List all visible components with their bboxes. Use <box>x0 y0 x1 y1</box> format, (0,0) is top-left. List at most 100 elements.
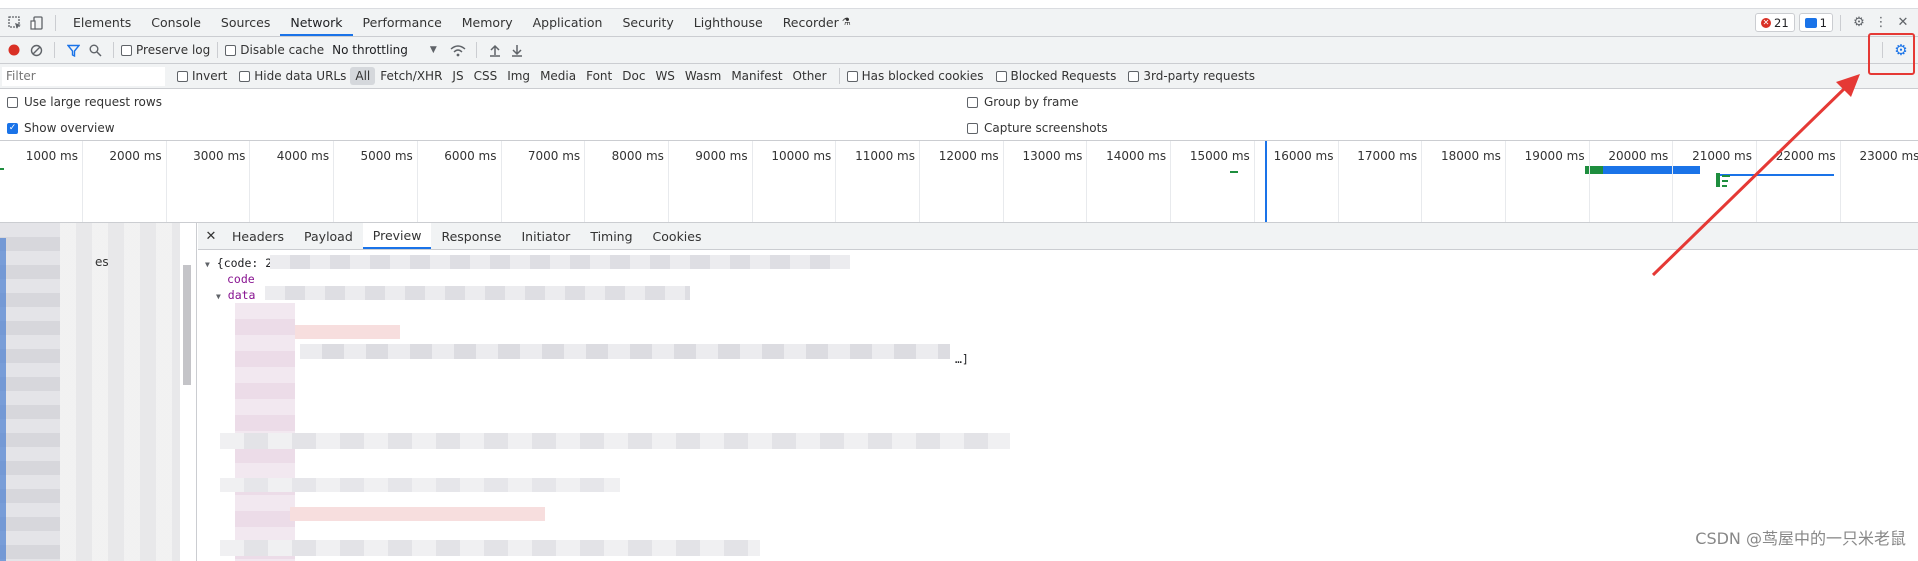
overview-gridline <box>82 141 83 222</box>
filter-type-js[interactable]: JS <box>447 67 468 85</box>
filter-type-manifest[interactable]: Manifest <box>726 67 787 85</box>
more-options-icon[interactable]: ⋮ <box>1870 12 1892 34</box>
expand-triangle-icon: ▼ <box>216 292 221 301</box>
throttling-select[interactable]: No throttling ▼ <box>332 43 437 57</box>
checkbox-checked[interactable]: ✓ <box>7 122 18 134</box>
pixelated-redaction <box>60 223 180 561</box>
invert-checkbox[interactable]: Invert <box>177 69 227 83</box>
pixelated-redaction <box>270 255 850 269</box>
scrollbar-thumb[interactable] <box>183 265 191 385</box>
checkbox-box[interactable] <box>121 44 132 56</box>
tab-elements[interactable]: Elements <box>63 9 141 36</box>
overview-tick-label: 13000 ms <box>1022 149 1083 163</box>
filter-type-img[interactable]: Img <box>502 67 535 85</box>
checkbox-box[interactable] <box>7 96 18 108</box>
filter-type-fetch-xhr[interactable]: Fetch/XHR <box>375 67 447 85</box>
filter-icon[interactable] <box>62 39 84 61</box>
filter-type-doc[interactable]: Doc <box>617 67 650 85</box>
overview-gridline <box>333 141 335 222</box>
filter-type-media[interactable]: Media <box>535 67 581 85</box>
messages-badge[interactable]: 1 <box>1798 13 1833 32</box>
tab-label: Console <box>151 15 201 30</box>
detail-tab-timing[interactable]: Timing <box>580 223 642 249</box>
third-party-requests-checkbox[interactable]: 3rd-party requests <box>1128 69 1255 83</box>
checkbox-box[interactable] <box>239 70 251 82</box>
import-har-icon[interactable] <box>484 39 506 61</box>
preview-tree-node[interactable]: ▼ data <box>216 288 255 302</box>
filter-type-css[interactable]: CSS <box>469 67 503 85</box>
clear-icon[interactable] <box>25 39 47 61</box>
network-overview[interactable]: 1000 ms 2000 ms 3000 ms 4000 ms 5000 ms 6000 … <box>0 140 1918 223</box>
tab-security[interactable]: Security <box>612 9 683 36</box>
overview-tick-label: 1000 ms <box>25 149 78 163</box>
preview-tree-root[interactable]: ▼ {code: 2 <box>205 256 272 270</box>
filter-input[interactable] <box>2 66 165 86</box>
filter-type-ws[interactable]: WS <box>650 67 679 85</box>
invert-label: Invert <box>192 69 228 83</box>
tab-label: Performance <box>362 15 442 30</box>
search-icon[interactable] <box>84 39 106 61</box>
group-by-frame-checkbox[interactable]: Group by frame <box>967 95 1078 109</box>
has-blocked-cookies-checkbox[interactable]: Has blocked cookies <box>846 69 984 83</box>
overview-gridline <box>751 141 753 222</box>
request-list[interactable]: es <box>0 223 197 561</box>
hide-data-urls-checkbox[interactable]: Hide data URLs <box>239 69 346 83</box>
selection-bar <box>0 238 6 561</box>
close-icon[interactable]: ✕ <box>1892 12 1914 34</box>
overview-tick-label: 18000 ms <box>1440 149 1501 163</box>
close-icon[interactable]: ✕ <box>200 225 222 247</box>
capture-screenshots-checkbox[interactable]: Capture screenshots <box>967 121 1108 135</box>
checkbox-box[interactable] <box>995 70 1007 82</box>
detail-tab-initiator[interactable]: Initiator <box>512 223 581 249</box>
checkbox-box[interactable] <box>225 44 237 56</box>
tab-lighthouse[interactable]: Lighthouse <box>684 9 773 36</box>
settings-gear-icon[interactable]: ⚙ <box>1848 12 1870 34</box>
pixelated-redaction <box>220 540 760 556</box>
toolbar-divider <box>1840 14 1841 31</box>
tab-application[interactable]: Application <box>523 9 613 36</box>
disable-cache-checkbox[interactable]: Disable cache <box>225 43 324 57</box>
blocked-requests-checkbox[interactable]: Blocked Requests <box>995 69 1116 83</box>
toolbar-divider <box>217 42 219 58</box>
export-har-icon[interactable] <box>506 39 528 61</box>
checkbox-box[interactable] <box>967 96 978 108</box>
detail-tab-response[interactable]: Response <box>431 223 511 249</box>
overview-gridline <box>1504 141 1506 222</box>
tab-label: Network <box>290 15 343 30</box>
checkbox-box[interactable] <box>177 70 188 82</box>
tab-memory[interactable]: Memory <box>452 9 523 36</box>
detail-tab-headers[interactable]: Headers <box>222 223 294 249</box>
checkbox-box[interactable] <box>1128 70 1140 82</box>
tab-console[interactable]: Console <box>141 9 211 36</box>
filter-type-other[interactable]: Other <box>788 67 832 85</box>
overview-tick-label: 8000 ms <box>611 149 664 163</box>
detail-tab-preview[interactable]: Preview <box>362 223 432 249</box>
tab-recorder[interactable]: Recorder ⚗ <box>773 9 861 36</box>
tab-network[interactable]: Network <box>280 9 353 36</box>
show-overview-label: Show overview <box>24 121 115 135</box>
filter-type-all[interactable]: All <box>350 67 376 85</box>
filter-type-font[interactable]: Font <box>581 67 617 85</box>
watermark: CSDN @茑屋中的一只米老鼠 <box>1695 529 1906 548</box>
overview-tick-label: 15000 ms <box>1189 149 1250 163</box>
large-request-rows-checkbox[interactable]: Use large request rows <box>7 95 162 109</box>
tab-label: Memory <box>461 15 513 30</box>
inspect-element-icon[interactable] <box>4 12 26 34</box>
detail-tab-payload[interactable]: Payload <box>294 223 363 249</box>
disable-cache-label: Disable cache <box>240 43 325 57</box>
network-conditions-icon[interactable] <box>447 39 469 61</box>
expand-triangle-icon: ▼ <box>205 260 210 269</box>
errors-badge[interactable]: ✕ 21 <box>1755 13 1795 32</box>
tab-performance[interactable]: Performance <box>353 9 452 36</box>
tab-label: Recorder <box>782 15 839 30</box>
tab-sources[interactable]: Sources <box>211 9 280 36</box>
show-overview-checkbox[interactable]: ✓ Show overview <box>7 121 115 135</box>
checkbox-box[interactable] <box>846 70 858 82</box>
filter-type-wasm[interactable]: Wasm <box>680 67 726 85</box>
checkbox-box[interactable] <box>967 122 978 134</box>
preserve-log-checkbox[interactable]: Preserve log <box>121 43 210 57</box>
detail-tab-cookies[interactable]: Cookies <box>643 223 712 249</box>
panel-tabs: Elements Console Sources Network Performance… <box>63 9 861 36</box>
device-toolbar-icon[interactable] <box>26 12 48 34</box>
record-icon[interactable] <box>3 39 25 61</box>
